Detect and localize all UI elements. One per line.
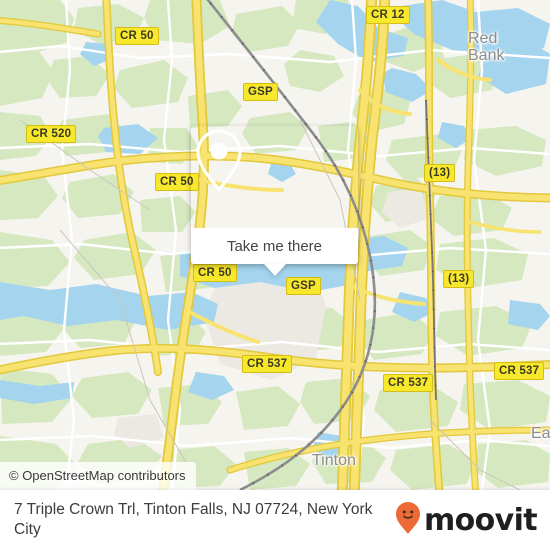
road-shield-cr-12[interactable]: CR 12 bbox=[366, 6, 410, 24]
road-shield-13-upper[interactable]: (13) bbox=[424, 164, 456, 182]
popup-pointer-tail bbox=[263, 264, 286, 276]
bottom-info-bar: 7 Triple Crown Trl, Tinton Falls, NJ 077… bbox=[0, 490, 550, 550]
moovit-logo[interactable]: moovit bbox=[395, 501, 550, 540]
address-text: 7 Triple Crown Trl, Tinton Falls, NJ 077… bbox=[14, 501, 373, 538]
attribution-text: © OpenStreetMap contributors bbox=[9, 468, 186, 483]
map-canvas[interactable]: Red Bank Tinton Ea CR 50 CR 12 GSP CR 520… bbox=[0, 0, 550, 490]
popup-header bbox=[191, 126, 358, 228]
take-me-there-label: Take me there bbox=[226, 237, 323, 255]
map-screenshot: Red Bank Tinton Ea CR 50 CR 12 GSP CR 520… bbox=[0, 0, 550, 550]
road-shield-cr-520[interactable]: CR 520 bbox=[26, 125, 77, 143]
road-shield-cr-50-north[interactable]: CR 50 bbox=[115, 27, 159, 45]
map-attribution[interactable]: © OpenStreetMap contributors bbox=[0, 462, 196, 490]
road-shield-gsp-mid[interactable]: GSP bbox=[286, 277, 321, 295]
location-popup[interactable]: Take me there bbox=[191, 126, 358, 276]
road-shield-cr-50-lower[interactable]: CR 50 bbox=[193, 264, 237, 282]
road-shield-cr-537-mid[interactable]: CR 537 bbox=[383, 374, 434, 392]
road-shield-13-lower[interactable]: (13) bbox=[443, 270, 475, 288]
road-shield-gsp-north[interactable]: GSP bbox=[243, 83, 278, 101]
road-shield-cr-537-right[interactable]: CR 537 bbox=[494, 362, 545, 380]
moovit-wordmark: moovit bbox=[423, 502, 538, 538]
take-me-there-button[interactable]: Take me there bbox=[191, 228, 358, 264]
road-shield-cr-537-left[interactable]: CR 537 bbox=[242, 355, 293, 373]
moovit-smiley-pin-icon bbox=[395, 501, 421, 540]
